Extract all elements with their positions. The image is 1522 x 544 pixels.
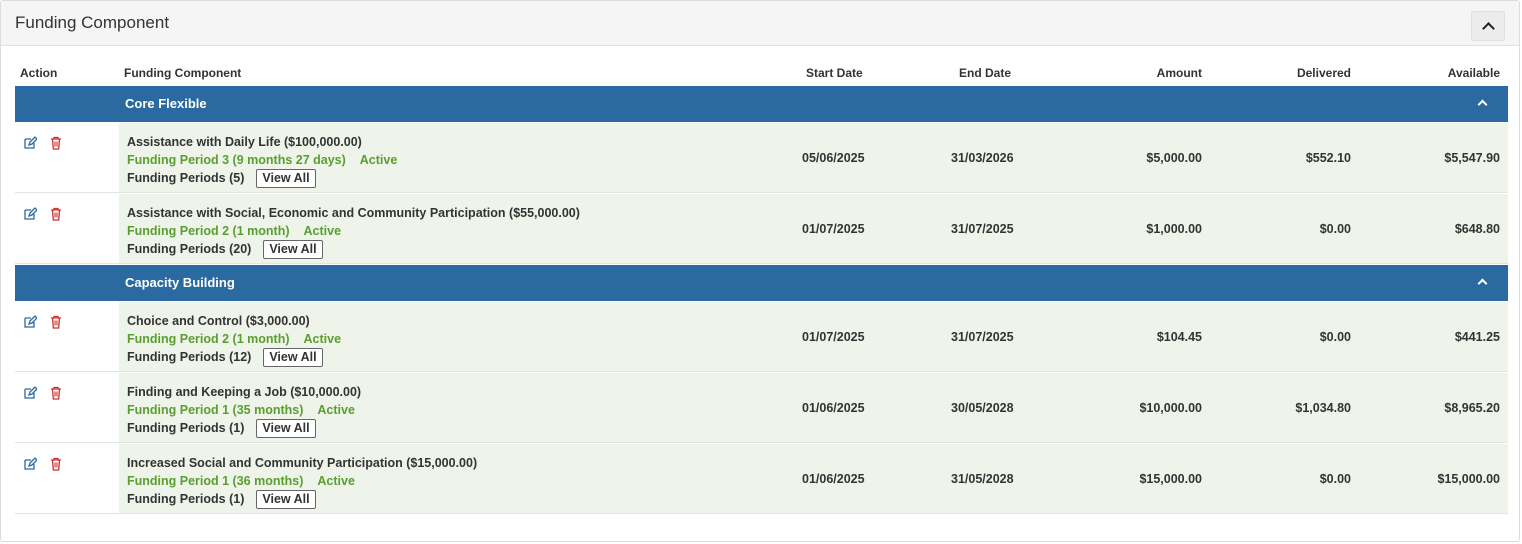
available: $8,965.20 (1444, 401, 1500, 415)
chevron-up-icon (1481, 21, 1495, 35)
chevron-up-icon[interactable] (1477, 278, 1488, 289)
table-row: Assistance with Daily Life ($100,000.00)… (15, 123, 1508, 193)
table-row: Finding and Keeping a Job ($10,000.00) Fu… (15, 373, 1508, 443)
amount: $5,000.00 (1146, 151, 1202, 165)
table-row: Increased Social and Community Participa… (15, 444, 1508, 514)
amount: $104.45 (1156, 330, 1202, 344)
edit-icon[interactable] (23, 386, 38, 400)
funding-component-panel: Funding Component Action Funding Compone… (0, 0, 1520, 542)
view-all-button[interactable]: View All (263, 240, 323, 259)
trash-icon[interactable] (49, 136, 63, 150)
end-date: 30/05/2028 (951, 401, 1014, 415)
component-info: Assistance with Social, Economic and Com… (127, 204, 580, 259)
start-date: 01/06/2025 (802, 472, 865, 486)
amount: $15,000.00 (1139, 472, 1202, 486)
end-date: 31/03/2026 (951, 151, 1014, 165)
component-name: Choice and Control ($3,000.00) (127, 314, 310, 328)
status-badge: Active (303, 224, 342, 238)
delivered: $0.00 (1319, 222, 1351, 236)
available: $5,547.90 (1444, 151, 1500, 165)
status-badge: Active (317, 474, 355, 488)
component-name: Finding and Keeping a Job ($10,000.00) (127, 385, 362, 399)
header-end-date: End Date (959, 66, 1012, 80)
status-badge: Active (317, 403, 355, 417)
available: $15,000.00 (1437, 472, 1500, 486)
trash-icon[interactable] (49, 457, 63, 471)
funding-periods-count: Funding Periods (1) (127, 421, 245, 435)
funding-periods-count: Funding Periods (5) (127, 171, 245, 185)
component-name: Assistance with Social, Economic and Com… (127, 206, 580, 220)
funding-period: Funding Period 2 (1 month) (127, 332, 290, 346)
delivered: $1,034.80 (1295, 401, 1351, 415)
header-delivered: Delivered (1296, 66, 1351, 80)
component-info: Assistance with Daily Life ($100,000.00)… (127, 133, 397, 188)
funding-periods-count: Funding Periods (1) (127, 492, 245, 506)
edit-icon[interactable] (23, 207, 38, 221)
collapse-panel-button[interactable] (1471, 11, 1505, 41)
edit-icon[interactable] (23, 457, 38, 471)
header-available: Available (1447, 66, 1500, 80)
component-info: Choice and Control ($3,000.00) Funding Pe… (127, 312, 341, 367)
group-label: Core Flexible (125, 96, 207, 111)
amount: $1,000.00 (1146, 222, 1202, 236)
funding-period: Funding Period 3 (9 months 27 days) (127, 153, 346, 167)
component-name: Assistance with Daily Life ($100,000.00) (127, 135, 362, 149)
table-row: Choice and Control ($3,000.00) Funding Pe… (15, 302, 1508, 372)
delivered: $552.10 (1305, 151, 1351, 165)
header-action: Action (20, 66, 58, 80)
trash-icon[interactable] (49, 315, 63, 329)
view-all-button[interactable]: View All (256, 419, 316, 438)
header-amount: Amount (1156, 66, 1202, 80)
delivered: $0.00 (1319, 472, 1351, 486)
delivered: $0.00 (1319, 330, 1351, 344)
start-date: 01/07/2025 (802, 222, 865, 236)
row-actions (23, 207, 63, 221)
chevron-up-icon[interactable] (1477, 99, 1488, 110)
component-name: Increased Social and Community Participa… (127, 456, 478, 470)
header-funding-component: Funding Component (124, 66, 242, 80)
table-header: Action Funding Component Start Date End … (15, 63, 1508, 85)
edit-icon[interactable] (23, 315, 38, 329)
start-date: 01/07/2025 (802, 330, 865, 344)
panel-header: Funding Component (1, 1, 1519, 46)
row-actions (23, 386, 63, 400)
view-all-button[interactable]: View All (263, 348, 323, 367)
funding-period: Funding Period 1 (36 months) (127, 474, 304, 488)
group-row[interactable]: Core Flexible (15, 86, 1508, 122)
group-row[interactable]: Capacity Building (15, 265, 1508, 301)
status-badge: Active (303, 332, 342, 346)
end-date: 31/07/2025 (951, 330, 1014, 344)
start-date: 01/06/2025 (802, 401, 865, 415)
view-all-button[interactable]: View All (256, 169, 316, 188)
funding-periods-count: Funding Periods (20) (127, 242, 252, 256)
amount: $10,000.00 (1139, 401, 1202, 415)
row-actions (23, 136, 63, 150)
table-row: Assistance with Social, Economic and Com… (15, 194, 1508, 264)
component-info: Finding and Keeping a Job ($10,000.00) Fu… (127, 383, 361, 438)
funding-periods-count: Funding Periods (12) (127, 350, 252, 364)
panel-title: Funding Component (15, 13, 170, 32)
trash-icon[interactable] (49, 207, 63, 221)
available: $441.25 (1454, 330, 1500, 344)
available: $648.80 (1454, 222, 1500, 236)
funding-period: Funding Period 1 (35 months) (127, 403, 304, 417)
end-date: 31/05/2028 (951, 472, 1014, 486)
row-actions (23, 457, 63, 471)
edit-icon[interactable] (23, 136, 38, 150)
funding-period: Funding Period 2 (1 month) (127, 224, 290, 238)
group-label: Capacity Building (125, 275, 235, 290)
row-actions (23, 315, 63, 329)
trash-icon[interactable] (49, 386, 63, 400)
start-date: 05/06/2025 (802, 151, 865, 165)
end-date: 31/07/2025 (951, 222, 1014, 236)
view-all-button[interactable]: View All (256, 490, 316, 509)
header-start-date: Start Date (806, 66, 863, 80)
component-info: Increased Social and Community Participa… (127, 454, 477, 509)
status-badge: Active (359, 153, 398, 167)
